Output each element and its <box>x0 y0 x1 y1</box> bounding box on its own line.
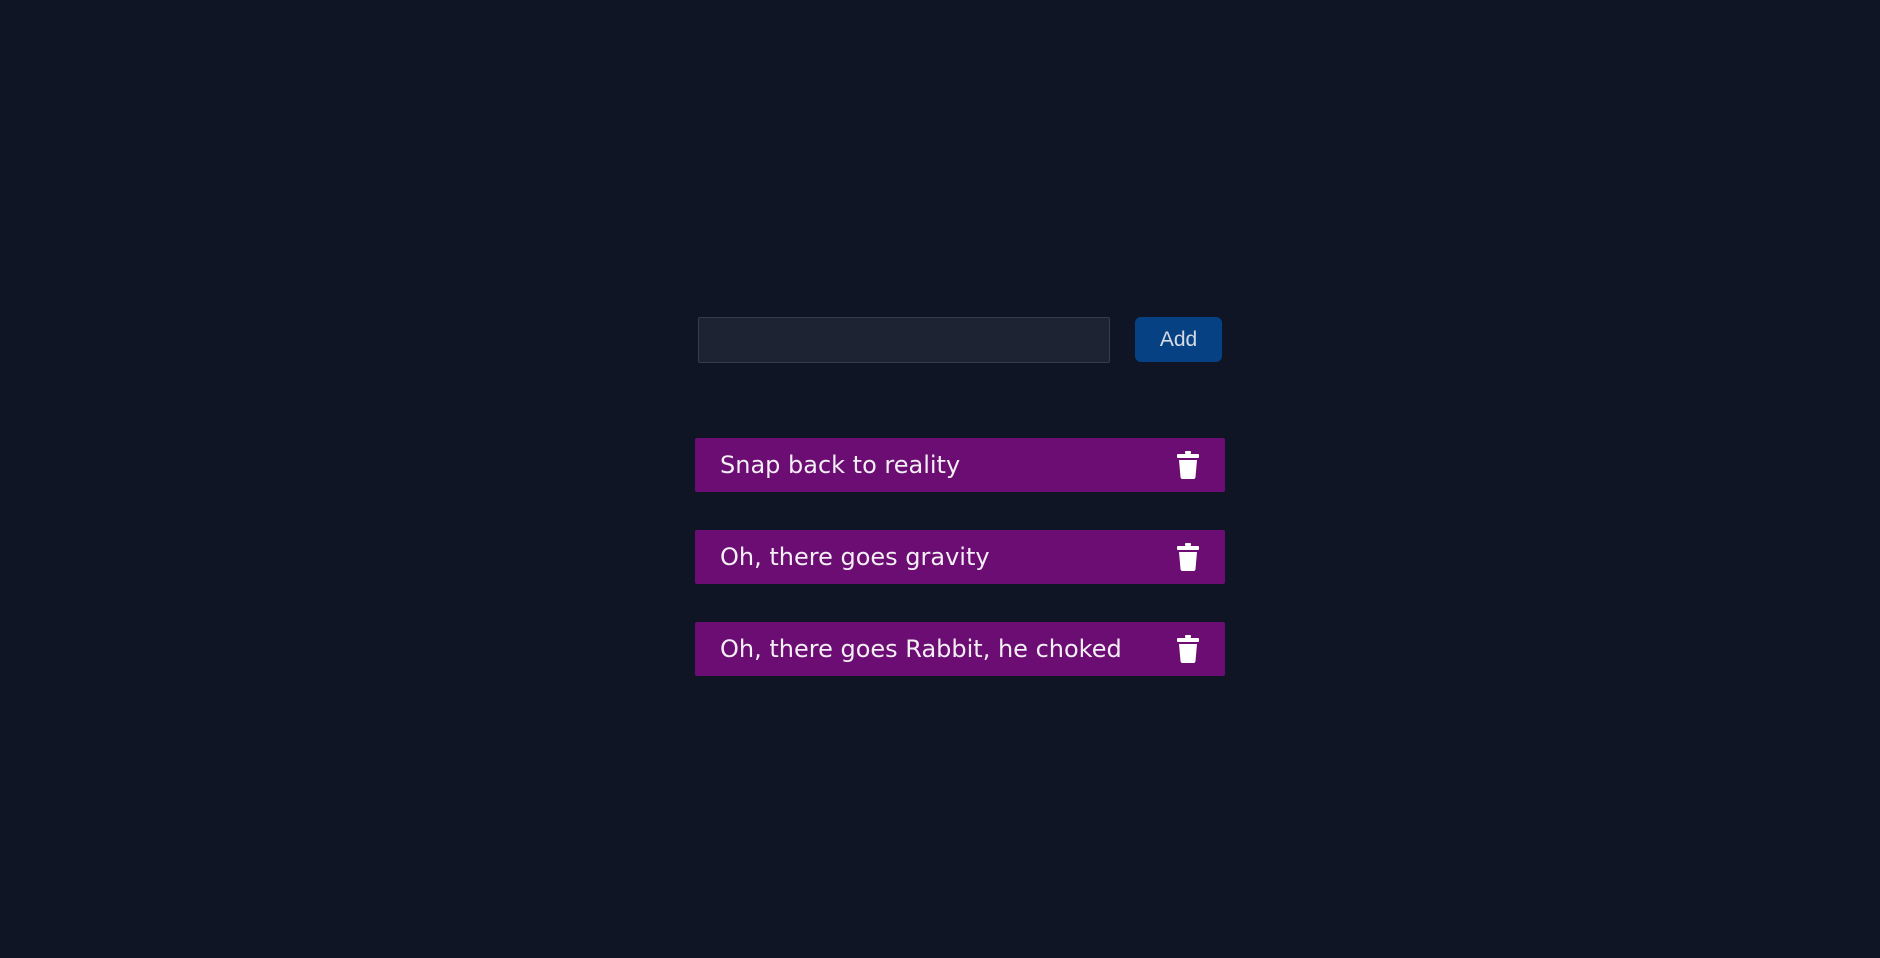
delete-button[interactable] <box>1175 543 1201 571</box>
list-item: Oh, there goes gravity <box>695 530 1225 584</box>
delete-button[interactable] <box>1175 451 1201 479</box>
task-text: Oh, there goes Rabbit, he choked <box>720 635 1122 663</box>
trash-icon <box>1177 543 1199 571</box>
add-task-form: Add <box>698 317 1223 363</box>
task-text: Snap back to reality <box>720 451 961 479</box>
trash-icon <box>1177 635 1199 663</box>
list-item: Snap back to reality <box>695 438 1225 492</box>
delete-button[interactable] <box>1175 635 1201 663</box>
task-list: Snap back to reality Oh, there goes grav… <box>695 438 1225 714</box>
todo-app: Add Snap back to reality Oh, there goes … <box>0 0 1880 958</box>
add-button[interactable]: Add <box>1135 317 1222 362</box>
list-item: Oh, there goes Rabbit, he choked <box>695 622 1225 676</box>
task-text: Oh, there goes gravity <box>720 543 990 571</box>
trash-icon <box>1177 451 1199 479</box>
task-input[interactable] <box>698 317 1110 363</box>
